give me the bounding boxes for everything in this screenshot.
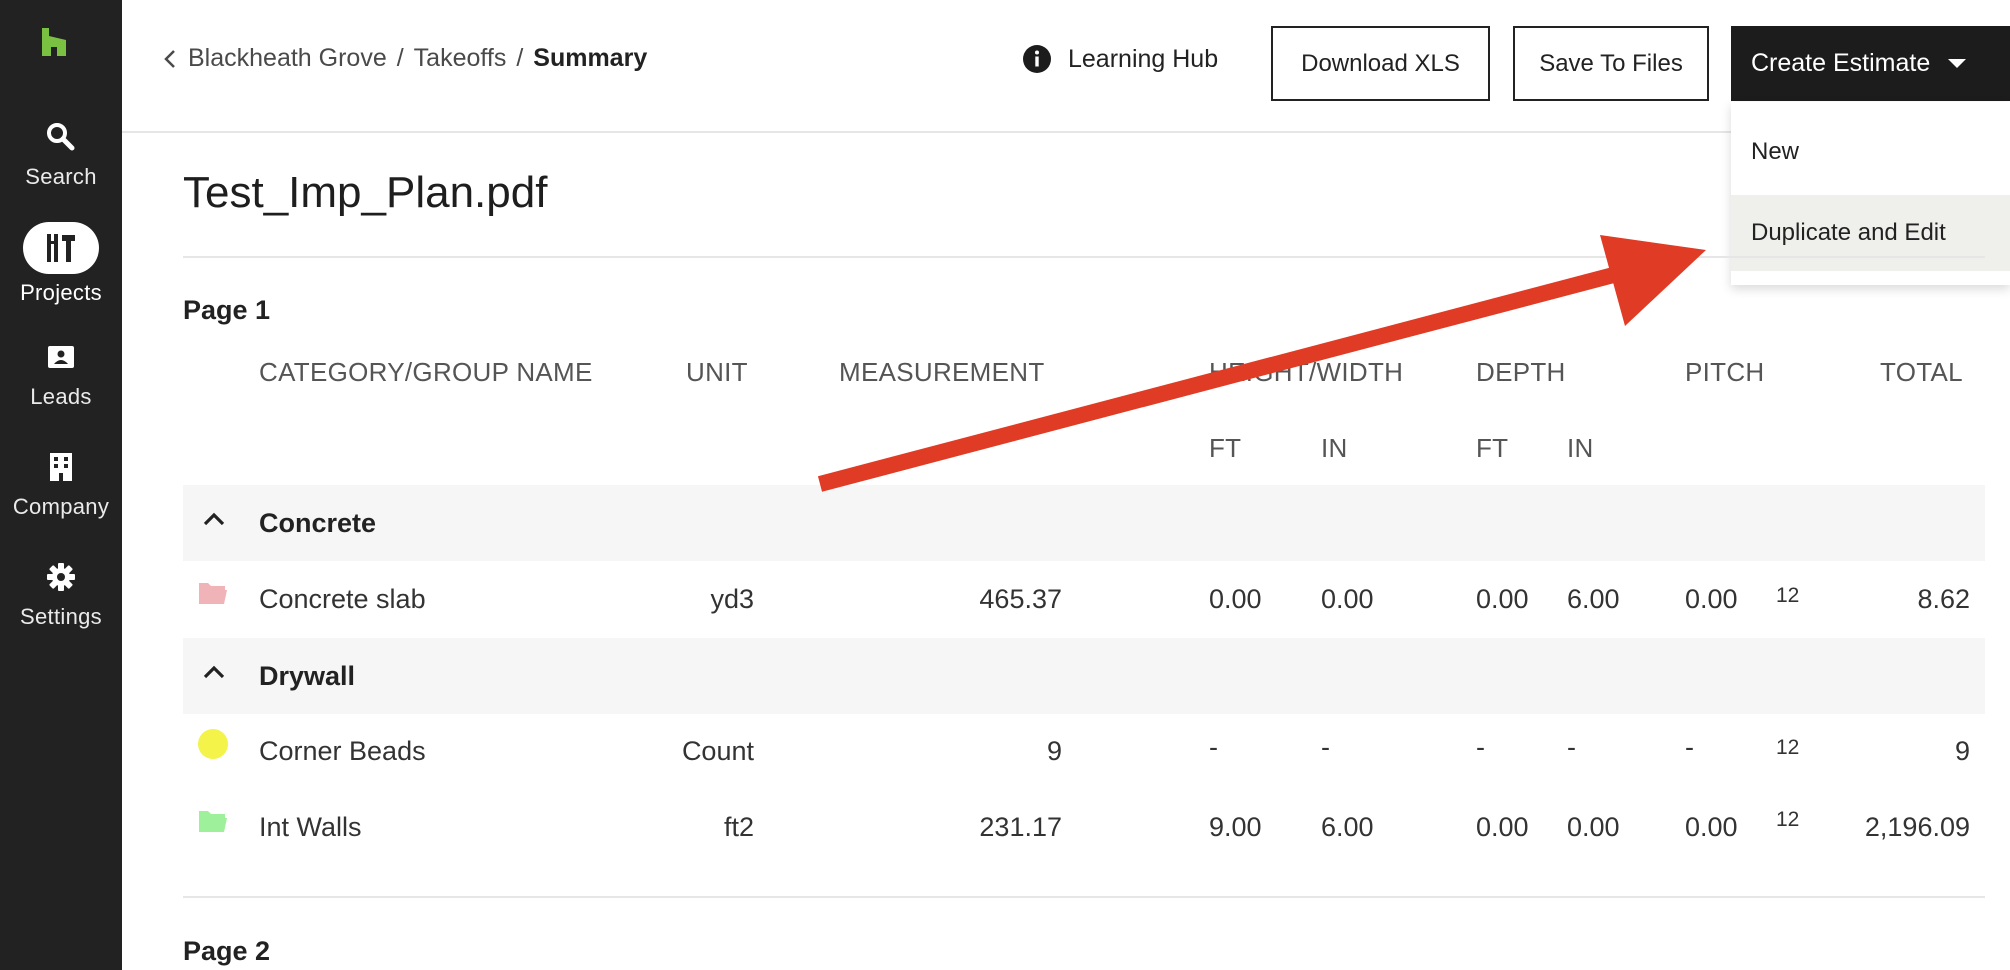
sidebar-item-search[interactable]: Search (0, 120, 122, 220)
create-estimate-button[interactable]: Create Estimate (1731, 26, 2010, 101)
download-xls-button[interactable]: Download XLS (1271, 26, 1490, 101)
row-depth-in: 0.00 (1567, 812, 1620, 842)
group-row-concrete[interactable]: Concrete (183, 485, 1985, 561)
folder-icon (199, 811, 227, 832)
row-depth-ft: - (1476, 732, 1485, 762)
group-row-drywall[interactable]: Drywall (183, 638, 1985, 714)
row-pitch: 0.00 (1685, 584, 1738, 614)
column-header-unit: UNIT (686, 357, 748, 387)
row-total: 2,196.09 (1864, 812, 1970, 842)
projects-pill (23, 222, 99, 274)
breadcrumb-project-link[interactable]: Blackheath Grove (188, 44, 387, 73)
sidebar-item-settings[interactable]: Settings (0, 560, 122, 660)
save-to-files-button[interactable]: Save To Files (1513, 26, 1709, 101)
column-header-pitch: PITCH (1685, 357, 1765, 387)
row-depth-ft: 0.00 (1476, 812, 1529, 842)
group-name: Concrete (259, 508, 377, 538)
column-header-name: CATEGORY/GROUP NAME (259, 357, 593, 387)
sidebar-item-label: Company (12, 494, 110, 519)
column-header-total: TOTAL (1880, 357, 1963, 387)
row-pitch-denominator: 12 (1776, 808, 1800, 831)
group-name: Drywall (259, 661, 356, 691)
row-unit: ft2 (723, 812, 754, 842)
row-measurement: 9 (1046, 736, 1062, 766)
divider (183, 256, 1985, 258)
sidebar-item-label: Settings (20, 604, 102, 629)
sidebar-item-leads[interactable]: Leads (0, 340, 122, 440)
dot-icon (198, 729, 228, 759)
subheader-hw-in: IN (1321, 433, 1348, 463)
projects-icon (47, 234, 75, 262)
company-icon (50, 453, 72, 481)
breadcrumb: Blackheath Grove / Takeoffs / Summary (162, 44, 647, 73)
sidebar-item-company[interactable]: Company (0, 450, 122, 550)
column-header-measurement: MEASUREMENT (839, 357, 1045, 387)
row-pitch-denominator: 12 (1776, 584, 1800, 607)
row-depth-ft: 0.00 (1476, 584, 1529, 614)
row-pitch-denominator: 12 (1776, 736, 1800, 759)
column-header-height-width: HEIGHT/WIDTH (1209, 357, 1404, 387)
chevron-up-icon[interactable] (201, 507, 227, 533)
subheader-hw-ft: FT (1209, 433, 1242, 463)
chevron-up-icon[interactable] (201, 660, 227, 686)
dropdown-item-duplicate-and-edit[interactable]: Duplicate and Edit (1731, 195, 2010, 271)
houzz-logo[interactable] (38, 26, 70, 58)
page-label: Page 1 (183, 295, 271, 325)
breadcrumb-takeoffs-link[interactable]: Takeoffs (414, 44, 507, 73)
row-total: 8.62 (1917, 584, 1970, 614)
subheader-depth-ft: FT (1476, 433, 1509, 463)
sidebar-item-label: Projects (20, 280, 102, 305)
document-title: Test_Imp_Plan.pdf (183, 168, 548, 217)
row-hw-ft: 0.00 (1209, 584, 1262, 614)
breadcrumb-separator: / (516, 44, 524, 72)
row-hw-in: 6.00 (1321, 812, 1374, 842)
learning-hub-label: Learning Hub (1068, 44, 1219, 73)
breadcrumb-current: Summary (533, 44, 648, 72)
sidebar-item-label: Leads (30, 384, 92, 409)
caret-down-icon (1948, 59, 1967, 68)
chevron-left-icon[interactable] (162, 46, 178, 72)
info-icon (1023, 45, 1051, 73)
learning-hub-link[interactable]: Learning Hub (1022, 44, 1218, 74)
gear-icon (47, 563, 75, 591)
top-header: Blackheath Grove / Takeoffs / Summary Le… (122, 0, 2010, 133)
row-hw-in: - (1321, 732, 1330, 762)
sidebar: Search Projects Leads Company Settings (0, 0, 122, 970)
column-header-depth: DEPTH (1476, 357, 1566, 387)
row-name: Corner Beads (259, 736, 426, 766)
breadcrumb-separator: / (396, 44, 404, 72)
divider (183, 896, 1985, 898)
row-hw-ft: 9.00 (1209, 812, 1262, 842)
folder-icon (199, 583, 227, 604)
row-hw-in: 0.00 (1321, 584, 1374, 614)
row-pitch: 0.00 (1685, 812, 1738, 842)
search-icon (47, 123, 75, 151)
sidebar-item-projects[interactable]: Projects (0, 222, 122, 322)
row-measurement: 231.17 (979, 812, 1062, 842)
row-name: Concrete slab (259, 584, 426, 614)
row-name: Int Walls (259, 812, 362, 842)
subheader-depth-in: IN (1567, 433, 1594, 463)
create-estimate-label: Create Estimate (1751, 49, 1931, 77)
row-measurement: 465.37 (979, 584, 1062, 614)
sidebar-item-label: Search (25, 164, 97, 189)
row-unit: Count (681, 736, 754, 766)
row-depth-in: - (1567, 732, 1576, 762)
dropdown-item-new[interactable]: New (1731, 114, 2010, 190)
row-unit: yd3 (710, 584, 754, 614)
row-hw-ft: - (1209, 732, 1218, 762)
row-depth-in: 6.00 (1567, 584, 1620, 614)
leads-icon (48, 346, 74, 368)
row-pitch: - (1685, 732, 1694, 762)
row-total: 9 (1954, 736, 1970, 766)
page-label: Page 2 (183, 936, 271, 966)
